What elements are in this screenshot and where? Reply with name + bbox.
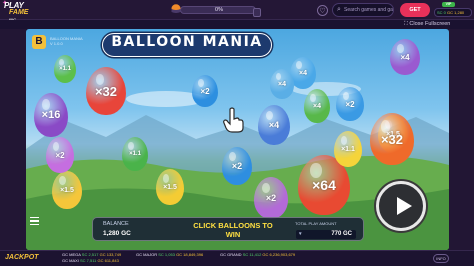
hud-cta-text: CLICK BALLOONS TO WIN [193, 221, 273, 239]
balloon[interactable]: ×4 [258, 105, 290, 145]
balloon[interactable]: ×16 [34, 93, 68, 137]
jackpot-tiers: GC MEGA SC 2,517 GC 133,749 GC MAXI SC 7… [62, 252, 392, 266]
balloon[interactable]: ×1.5 [156, 169, 184, 205]
left-sidebar [0, 29, 26, 250]
balloon[interactable]: ×1.1 [122, 137, 148, 171]
balloon[interactable]: ×4 [304, 89, 330, 123]
hud-bet-label: TOTAL PLAY AMOUNT [295, 221, 337, 226]
brand-text: BALLOON MANIA V 1.0.0 [50, 36, 83, 46]
balloon-multiplier: ×4 [268, 120, 280, 130]
jackpot-tier: GC MAJOR SC 1,053 GC 18,849,396 [136, 252, 204, 257]
playfame-logo[interactable]: ✦ PLAY FAME INC [2, 0, 37, 22]
jackpot-label: JACKPOT [5, 254, 39, 261]
progress-end-cap [253, 8, 261, 17]
play-icon [397, 197, 412, 215]
balloon-multiplier: ×64 [312, 177, 336, 193]
balloon-multiplier: ×4 [313, 102, 321, 110]
brand-badge: B [32, 35, 46, 49]
play-button[interactable] [376, 181, 426, 231]
balloon[interactable]: ×32 [86, 67, 126, 115]
game-title: BALLOON MANIA [111, 34, 263, 50]
balloon-multiplier: ×1.1 [341, 145, 355, 153]
balloon[interactable]: ×2 [46, 137, 74, 173]
balloon-multiplier: ×1.1 [129, 151, 141, 157]
balance-sc: SC 0 [437, 10, 446, 15]
jackpot-bar: JACKPOT GC MEGA SC 2,517 GC 133,749 GC M… [0, 250, 474, 266]
balloon[interactable]: ×2 [254, 177, 288, 219]
menu-icon[interactable] [30, 217, 39, 225]
balloon-level-icon [171, 4, 181, 13]
hud-balance-label: BALANCE [103, 221, 129, 227]
jackpot-tier: GC GRAND SC 11,412 GC 6,236,903,679 [220, 252, 296, 257]
balloon[interactable]: ×1.1 [54, 55, 76, 83]
balloon[interactable]: ×4 [390, 39, 420, 75]
close-fullscreen-label: Close Fullscreen [409, 21, 451, 27]
hud-balance-value: 1,280 GC [103, 230, 131, 237]
balloon[interactable]: ×4 [270, 69, 294, 99]
get-coins-button[interactable]: GET COINS [400, 3, 430, 27]
fullscreen-icon: ⛶ [404, 21, 408, 27]
bet-amount-value: 770 GC [331, 231, 352, 237]
top-bar: ✦ PLAY FAME INC 0% ♡ ⌕ GET COINS VIP SC … [0, 0, 474, 27]
balloon-multiplier: ×1.5 [163, 183, 177, 191]
progress-track: 0% [180, 6, 261, 17]
balloon-multiplier: ×32 [380, 131, 404, 147]
balloon-multiplier: ×2 [231, 161, 243, 171]
balloon-multiplier: ×16 [41, 109, 61, 121]
right-sidebar [449, 29, 474, 250]
balloon-multiplier: ×4 [400, 52, 410, 62]
balance-widget[interactable]: VIP SC 0 GC 1,280 [434, 2, 472, 18]
search-input[interactable] [344, 5, 393, 15]
game-hud: BALANCE 1,280 GC CLICK BALLOONS TO WIN T… [92, 217, 364, 241]
balance-chip: VIP [442, 2, 455, 7]
level-progress: 0% [170, 4, 261, 17]
bet-amount-selector[interactable]: ▾ 770 GC [296, 230, 356, 239]
balloon[interactable]: ×1.1 [334, 131, 362, 167]
balloon-multiplier: ×32 [94, 83, 118, 99]
favorite-heart-icon[interactable]: ♡ [317, 5, 328, 16]
game-canvas[interactable]: B BALLOON MANIA V 1.0.0 ×32 ×16 ×2 ×4 ×1.1 ×4… [26, 29, 449, 250]
balloon-multiplier: ×4 [278, 80, 286, 88]
jackpot-tier: GC MAXI SC 7,511 GC 611,843 [62, 258, 119, 263]
balloon[interactable]: ×2 [222, 147, 252, 185]
balance-gc: GC 1,280 [447, 10, 465, 15]
close-fullscreen-button[interactable]: ⛶ Close Fullscreen [404, 21, 450, 28]
balloon-multiplier: ×2 [265, 193, 277, 203]
balloon[interactable]: ×1.5 [52, 171, 82, 209]
chevron-down-icon: ▾ [299, 231, 302, 237]
balloon-multiplier: ×2 [200, 86, 210, 96]
balloon[interactable]: ×2 [336, 87, 364, 121]
search-box[interactable]: ⌕ [332, 3, 394, 17]
sub-header: ⛶ Close Fullscreen [0, 20, 474, 29]
jackpot-info-button[interactable]: INFO [433, 254, 449, 263]
balloon[interactable]: ×32 [370, 113, 414, 165]
pointer-hand-icon [223, 107, 244, 133]
balloon-multiplier: ×1.1 [59, 66, 71, 72]
progress-label: 0% [215, 7, 223, 13]
balloon-multiplier: ×2 [55, 150, 65, 160]
balloon[interactable]: ×2 [192, 75, 218, 107]
search-icon: ⌕ [337, 6, 341, 13]
balloon-multiplier: ×2 [345, 99, 355, 109]
game-title-banner: BALLOON MANIA [102, 33, 272, 57]
balloon-multiplier: ×1.5 [60, 186, 74, 194]
balance-values: SC 0 GC 1,280 [434, 8, 472, 17]
balloon-multiplier: ×4 [299, 69, 307, 77]
